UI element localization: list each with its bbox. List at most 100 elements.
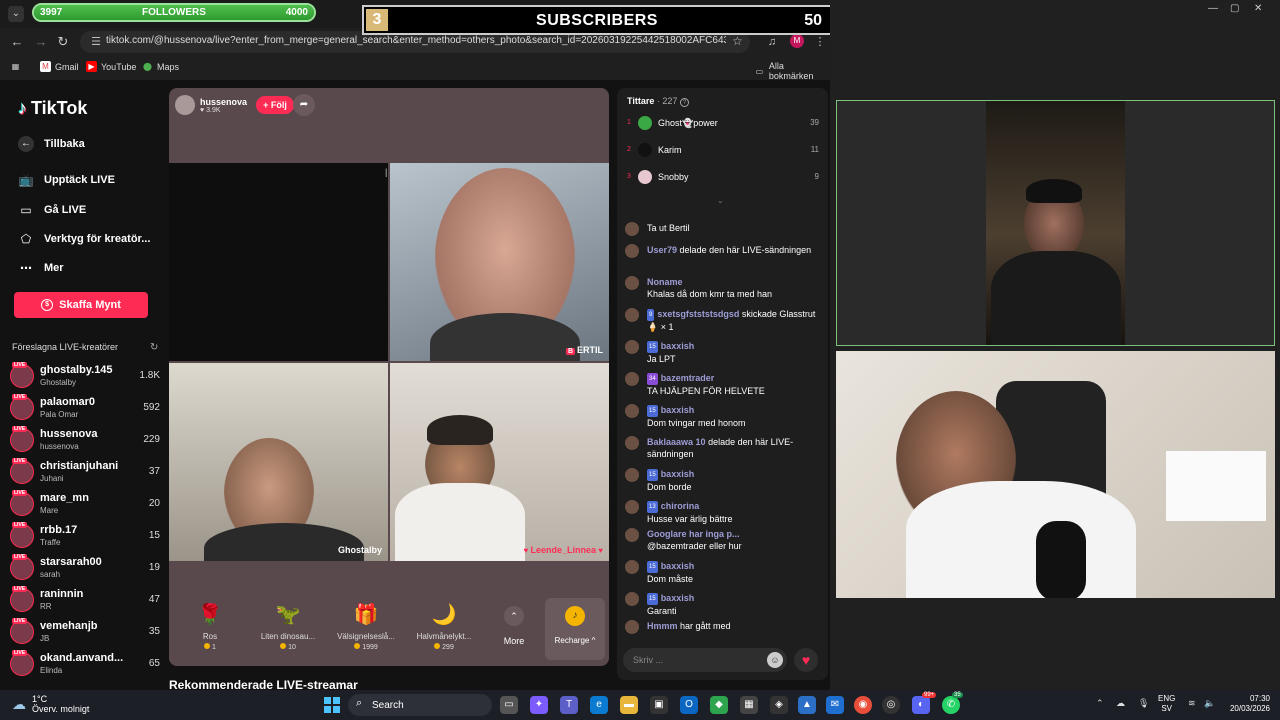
top-viewer[interactable]: 1 Ghost👻power 39 <box>627 114 819 134</box>
app-icon[interactable]: ▦ <box>740 696 758 714</box>
weather-widget[interactable]: ☁ 1°C Överv. molnigt <box>12 694 89 714</box>
chat-avatar-icon[interactable] <box>625 308 639 322</box>
bookmark-youtube[interactable]: ▶ YouTube <box>86 61 136 72</box>
sidebar-item-creator-tools[interactable]: ⬠ Verktyg för kreatör... <box>18 231 168 247</box>
chrome-icon[interactable]: ◉ <box>854 696 872 714</box>
chat-username[interactable]: baxxish <box>661 341 695 351</box>
guest-slot-1[interactable]: ||| <box>169 163 388 361</box>
back-arrow-icon[interactable]: ← <box>8 33 26 51</box>
chat-username[interactable]: User79 <box>647 245 677 255</box>
reload-icon[interactable]: ↻ <box>54 33 72 51</box>
copilot-icon[interactable]: ✦ <box>530 696 548 714</box>
apps-grid-icon[interactable]: ▦ <box>10 61 21 72</box>
chat-username[interactable]: baxxish <box>661 469 695 479</box>
host-name[interactable]: hussenova <box>200 97 247 107</box>
back-link[interactable]: ← Tillbaka <box>18 136 168 152</box>
store-icon[interactable]: ▣ <box>650 696 668 714</box>
tray-chevron-icon[interactable]: ⌃ <box>1096 698 1104 709</box>
live-stream-player[interactable]: hussenova ♥ 3.9K + Följ ➦ ||| BERTIL <box>169 88 609 666</box>
chat-input[interactable]: Skriv ... ☺ <box>623 648 787 672</box>
chat-username[interactable]: Baklaaawa 10 <box>647 437 706 447</box>
gift-crescent-lantern[interactable]: 🌙 Halvmånelykt... 299 <box>409 602 479 660</box>
sidebar-item-more[interactable]: ⋯ Mer <box>18 260 168 276</box>
like-heart-button[interactable]: ♥ <box>794 648 818 672</box>
chat-avatar-icon[interactable] <box>625 276 639 290</box>
task-view-icon[interactable]: ▭ <box>500 696 518 714</box>
taskbar-search[interactable]: ⌕ Search <box>348 694 492 716</box>
profile-avatar[interactable]: M <box>790 34 804 48</box>
chat-avatar-icon[interactable] <box>625 436 639 450</box>
chat-avatar-icon[interactable] <box>625 620 639 634</box>
security-shield-icon[interactable]: ◆ <box>710 696 728 714</box>
guest-slot-3[interactable]: Ghostalby <box>169 363 388 561</box>
chat-username[interactable]: sxetsgfstststsdgsd <box>657 309 739 319</box>
chat-username[interactable]: baxxish <box>661 593 695 603</box>
chat-avatar-icon[interactable] <box>625 528 639 542</box>
chat-username[interactable]: Googlare har inga p... <box>647 529 740 539</box>
gift-blessing-chest[interactable]: 🎁 Välsignelseslå... 1999 <box>331 602 401 660</box>
discord-icon[interactable]: ◐ <box>912 696 930 714</box>
suggested-creator[interactable]: LIVE vemehanjb JB 35 <box>10 618 160 648</box>
media-controls-icon[interactable]: ♫ <box>764 34 780 50</box>
mail-icon[interactable]: ✉ <box>826 696 844 714</box>
info-icon[interactable]: ? <box>679 98 689 107</box>
suggested-creator[interactable]: LIVE mare_mn Mare 20 <box>10 490 160 520</box>
suggested-creator[interactable]: LIVE rrbb.17 Traffe 15 <box>10 522 160 552</box>
refresh-icon[interactable]: ↻ <box>150 342 158 353</box>
more-menu-icon[interactable]: ⋮ <box>812 34 828 50</box>
maximize-icon[interactable]: ▢ <box>1230 3 1239 14</box>
top-viewer[interactable]: 3 Snobby 9 <box>627 168 819 188</box>
tiktok-logo[interactable]: ♪ TikTok <box>18 98 87 119</box>
sidebar-item-discover-live[interactable]: 📺 Upptäck LIVE <box>18 172 168 188</box>
chat-username[interactable]: Noname <box>647 277 683 287</box>
suggested-creator[interactable]: LIVE okand.anvand... Elinda 65 <box>10 650 160 680</box>
sidebar-item-go-live[interactable]: ▭ Gå LIVE <box>18 202 168 218</box>
suggested-creator[interactable]: LIVE starsarah00 sarah 19 <box>10 554 160 584</box>
recharge-button[interactable]: ♪ Recharge ^ <box>545 598 605 660</box>
guest-slot-2[interactable]: B ERTIL <box>390 163 609 361</box>
suggested-creator[interactable]: LIVE raninnin RR 47 <box>10 586 160 616</box>
bookmark-star-icon[interactable]: ☆ <box>732 34 743 48</box>
suggested-creator[interactable]: LIVE hussenova hussenova 229 <box>10 426 160 456</box>
chat-username[interactable]: Hmmm <box>647 621 678 631</box>
follow-button[interactable]: + Följ <box>256 96 295 114</box>
chat-avatar-icon[interactable] <box>625 244 639 258</box>
expand-chevron-icon[interactable]: ⌄ <box>717 196 724 205</box>
minimize-icon[interactable]: — <box>1208 3 1218 14</box>
tab-search-button[interactable]: ⌄ <box>8 6 24 22</box>
photos-icon[interactable]: ▲ <box>798 696 816 714</box>
volume-icon[interactable]: 🔈 <box>1204 698 1215 709</box>
top-viewer[interactable]: 2 Karim 11 <box>627 141 819 161</box>
chat-username[interactable]: chirorina <box>661 501 700 511</box>
windows-start-icon[interactable] <box>324 697 340 713</box>
chat-avatar-icon[interactable] <box>625 500 639 514</box>
chat-avatar-icon[interactable] <box>625 372 639 386</box>
bookmark-gmail[interactable]: M Gmail <box>40 61 79 72</box>
suggested-creator[interactable]: LIVE christianjuhani Juhani 37 <box>10 458 160 488</box>
host-avatar[interactable] <box>175 95 195 115</box>
share-icon[interactable]: ➦ <box>293 94 315 116</box>
edge-icon[interactable]: e <box>590 696 608 714</box>
chat-avatar-icon[interactable] <box>625 340 639 354</box>
chat-username[interactable]: baxxish <box>661 405 695 415</box>
teams-icon[interactable]: T <box>560 696 578 714</box>
chat-username[interactable]: bazemtrader <box>661 373 715 383</box>
file-explorer-icon[interactable]: ▬ <box>620 696 638 714</box>
chat-avatar-icon[interactable] <box>625 468 639 482</box>
close-icon[interactable]: ✕ <box>1254 3 1262 14</box>
language-indicator[interactable]: ENG SV <box>1158 694 1175 714</box>
viewers-header[interactable]: Tittare · 227 ? <box>627 96 689 107</box>
cube-app-icon[interactable]: ◈ <box>770 696 788 714</box>
chat-avatar-icon[interactable] <box>625 222 639 236</box>
forward-arrow-icon[interactable]: → <box>32 33 50 51</box>
wifi-icon[interactable]: ≋ <box>1188 698 1196 709</box>
all-bookmarks[interactable]: ▭ Alla bokmärken <box>754 61 830 81</box>
microphone-icon[interactable]: 🎙 <box>1138 698 1149 709</box>
chat-avatar-icon[interactable] <box>625 592 639 606</box>
chat-avatar-icon[interactable] <box>625 560 639 574</box>
emoji-icon[interactable]: ☺ <box>767 652 783 668</box>
chat-avatar-icon[interactable] <box>625 404 639 418</box>
whatsapp-icon[interactable]: ✆ <box>942 696 960 714</box>
tray-cloud-icon[interactable]: ☁ <box>1116 698 1125 709</box>
bookmark-maps[interactable]: ⬤ Maps <box>142 61 179 72</box>
